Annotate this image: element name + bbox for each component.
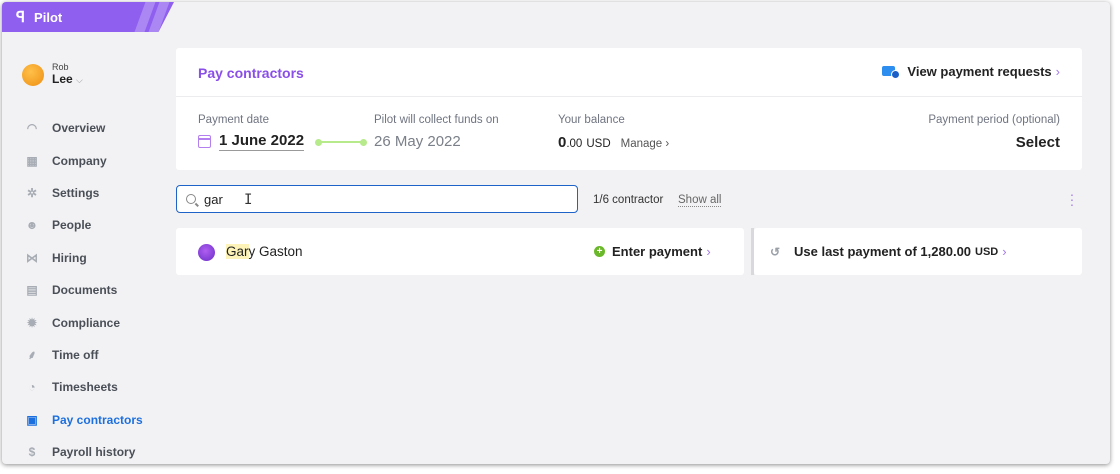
sidebar-item-time-off[interactable]: ⸙ Time off bbox=[24, 339, 143, 371]
chevron-right-icon: › bbox=[1002, 244, 1007, 259]
brand-name: Pilot bbox=[34, 9, 63, 25]
last-payment-row[interactable]: ↺ Use last payment of 1,280.00 USD › bbox=[754, 228, 1082, 275]
sidebar-item-hiring[interactable]: ⋈ Hiring bbox=[24, 242, 143, 274]
sidebar-item-label: Pay contractors bbox=[52, 412, 143, 427]
contractor-search[interactable] bbox=[176, 185, 578, 213]
palm-tree-icon: ⸙ bbox=[27, 348, 37, 363]
search-highlight: Gar bbox=[226, 244, 249, 259]
sidebar-item-label: Settings bbox=[52, 185, 100, 200]
collect-funds-label: Pilot will collect funds on bbox=[374, 114, 499, 126]
balance-label: Your balance bbox=[558, 114, 625, 126]
handshake-icon: ⋈ bbox=[26, 250, 38, 265]
sidebar-item-pay-contractors[interactable]: ▣ Pay contractors bbox=[24, 404, 143, 436]
chevron-right-icon: › bbox=[665, 138, 670, 150]
sidebar-item-label: Documents bbox=[52, 283, 118, 298]
sidebar-item-compliance[interactable]: ✹ Compliance bbox=[24, 306, 143, 338]
view-payment-requests-label: View payment requests bbox=[907, 64, 1052, 79]
view-payment-requests-link[interactable]: View payment requests › bbox=[882, 64, 1060, 79]
sidebar-item-people[interactable]: ☻ People bbox=[24, 209, 143, 241]
payment-period-select[interactable]: Select bbox=[1016, 134, 1060, 151]
use-last-payment-button[interactable]: ↺ Use last payment of 1,280.00 USD › bbox=[770, 244, 1007, 259]
sidebar-item-label: Payroll history bbox=[52, 445, 136, 460]
gauge-icon: ◠ bbox=[26, 121, 38, 136]
sidebar-item-label: People bbox=[52, 218, 92, 233]
payment-date-picker[interactable]: 1 June 2022 bbox=[198, 132, 305, 151]
avatar bbox=[198, 244, 215, 261]
currency-unit: USD bbox=[975, 245, 999, 258]
gear-icon: ✲ bbox=[26, 185, 38, 200]
sidebar-item-label: Company bbox=[52, 153, 107, 168]
sidebar-item-label: Compliance bbox=[52, 315, 121, 330]
payment-date-label: Payment date bbox=[198, 114, 269, 126]
app-window: ꟼ Pilot Rob Lee ⌵ ◠ Overview ▦ Company ✲… bbox=[2, 2, 1110, 464]
dollar-circle-icon: $ bbox=[28, 445, 36, 460]
user-last-name: Lee bbox=[52, 72, 73, 86]
history-icon: ↺ bbox=[770, 244, 781, 259]
smiley-icon: ☻ bbox=[25, 218, 39, 233]
payment-date-value: 1 June 2022 bbox=[219, 132, 305, 151]
timeline-connector bbox=[315, 138, 367, 146]
balance-value: 0.00 USD Manage › bbox=[558, 134, 670, 151]
user-first-name: Rob bbox=[52, 62, 69, 72]
show-all-link[interactable]: Show all bbox=[678, 194, 722, 207]
sidebar-item-payroll-history[interactable]: $ Payroll history bbox=[24, 436, 143, 464]
page-title: Pay contractors bbox=[198, 65, 304, 81]
chevron-right-icon: › bbox=[1055, 64, 1060, 79]
sidebar-item-label: Hiring bbox=[52, 250, 87, 265]
result-count: 1/6 contractor bbox=[593, 194, 664, 206]
chevron-right-icon: › bbox=[706, 244, 711, 259]
brand-logo[interactable]: ꟼ Pilot bbox=[2, 2, 174, 32]
payment-period-label: Payment period (optional) bbox=[928, 114, 1060, 126]
sidebar-item-documents[interactable]: ▤ Documents bbox=[24, 274, 143, 306]
sidebar-item-settings[interactable]: ✲ Settings bbox=[24, 177, 143, 209]
avatar bbox=[22, 63, 44, 86]
contractor-name: Gary Gaston bbox=[226, 244, 303, 259]
badge-icon: ✹ bbox=[26, 315, 38, 330]
payment-requests-icon bbox=[882, 65, 901, 79]
document-icon: ▤ bbox=[26, 283, 38, 298]
payment-header-card: Pay contractors View payment requests › … bbox=[176, 48, 1082, 170]
money-icon: ▣ bbox=[26, 412, 38, 427]
pilot-logo-icon: ꟼ bbox=[16, 9, 25, 26]
enter-payment-button[interactable]: + Enter payment › bbox=[594, 244, 711, 259]
header-divider bbox=[176, 96, 1082, 97]
user-menu[interactable]: Rob Lee ⌵ bbox=[22, 62, 83, 87]
sidebar-item-label: Timesheets bbox=[52, 380, 118, 395]
sidebar-item-overview[interactable]: ◠ Overview bbox=[24, 112, 143, 144]
use-last-payment-label: Use last payment of 1,280.00 bbox=[794, 244, 972, 259]
more-options-icon[interactable]: · · · bbox=[1068, 187, 1076, 211]
building-icon: ▦ bbox=[26, 153, 38, 168]
search-icon bbox=[186, 194, 196, 204]
plus-icon: + bbox=[594, 246, 605, 257]
sidebar-item-timesheets[interactable]: ◔ Timesheets bbox=[24, 371, 143, 403]
enter-payment-label: Enter payment bbox=[612, 244, 703, 259]
contractor-row[interactable]: Gary Gaston + Enter payment › bbox=[176, 228, 744, 275]
calendar-icon bbox=[198, 135, 211, 148]
manage-balance-link[interactable]: Manage › bbox=[621, 138, 670, 150]
chevron-down-icon: ⌵ bbox=[76, 75, 83, 85]
sidebar-nav: ◠ Overview ▦ Company ✲ Settings ☻ People… bbox=[24, 112, 143, 464]
sidebar-item-label: Overview bbox=[52, 121, 106, 136]
search-input[interactable] bbox=[204, 191, 544, 207]
collect-funds-date: 26 May 2022 bbox=[374, 133, 461, 150]
clock-icon: ◔ bbox=[28, 380, 36, 395]
sidebar-item-company[interactable]: ▦ Company bbox=[24, 144, 143, 176]
text-cursor-icon: I bbox=[244, 192, 253, 208]
sidebar-item-label: Time off bbox=[52, 347, 99, 362]
